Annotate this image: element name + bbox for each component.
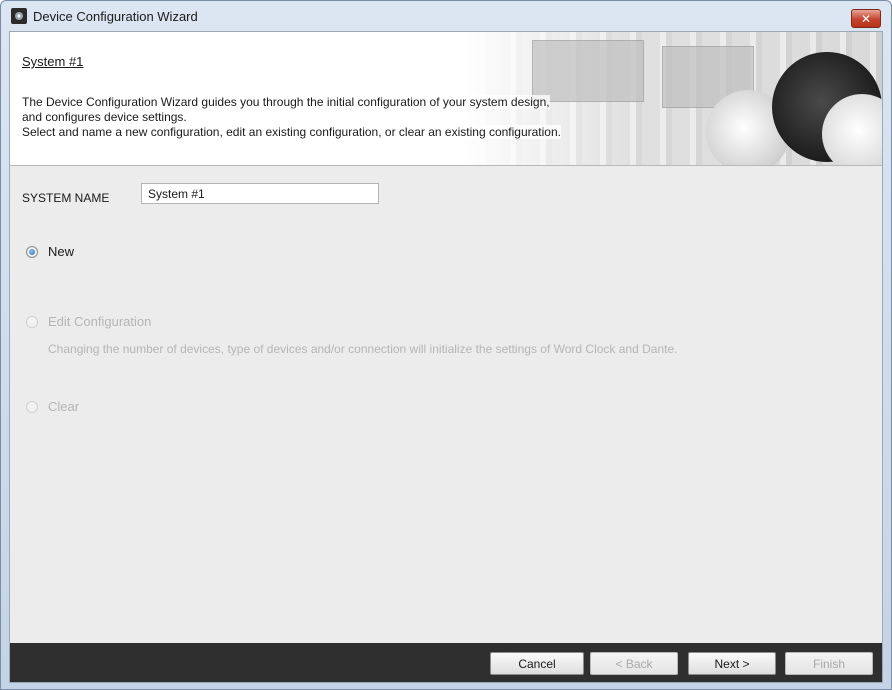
wizard-footer: Cancel < Back Next > Finish bbox=[10, 643, 882, 682]
wizard-client-area: System #1 The Device Configuration Wizar… bbox=[9, 31, 883, 683]
radio-clear bbox=[26, 400, 38, 413]
option-clear-label: Clear bbox=[48, 399, 80, 414]
finish-button: Finish bbox=[785, 652, 873, 675]
wizard-window: Device Configuration Wizard ✕ System #1 … bbox=[0, 0, 892, 690]
window-title: Device Configuration Wizard bbox=[33, 8, 198, 24]
option-clear: Clear bbox=[26, 399, 79, 414]
description-line: and configures device settings. bbox=[22, 110, 187, 124]
rack-device-graphic bbox=[532, 40, 644, 102]
option-edit-configuration: Edit Configuration bbox=[26, 314, 151, 329]
system-name-input[interactable] bbox=[141, 183, 379, 204]
page-title: System #1 bbox=[22, 54, 84, 69]
option-edit-label: Edit Configuration bbox=[48, 314, 152, 329]
description-line: Select and name a new configuration, edi… bbox=[22, 125, 561, 139]
radio-new[interactable] bbox=[26, 245, 38, 258]
next-button[interactable]: Next > bbox=[688, 652, 776, 675]
app-icon bbox=[11, 8, 27, 24]
wizard-header: System #1 The Device Configuration Wizar… bbox=[10, 32, 882, 166]
radio-edit-configuration bbox=[26, 315, 38, 328]
option-new[interactable]: New bbox=[26, 244, 74, 259]
cancel-button[interactable]: Cancel bbox=[490, 652, 584, 675]
title-bar[interactable]: Device Configuration Wizard ✕ bbox=[1, 1, 891, 31]
back-button: < Back bbox=[590, 652, 678, 675]
close-button[interactable]: ✕ bbox=[851, 9, 881, 28]
system-name-label: SYSTEM NAME bbox=[22, 191, 110, 205]
description-line: The Device Configuration Wizard guides y… bbox=[22, 95, 550, 109]
option-new-label: New bbox=[48, 244, 75, 259]
edit-configuration-note: Changing the number of devices, type of … bbox=[48, 342, 678, 356]
